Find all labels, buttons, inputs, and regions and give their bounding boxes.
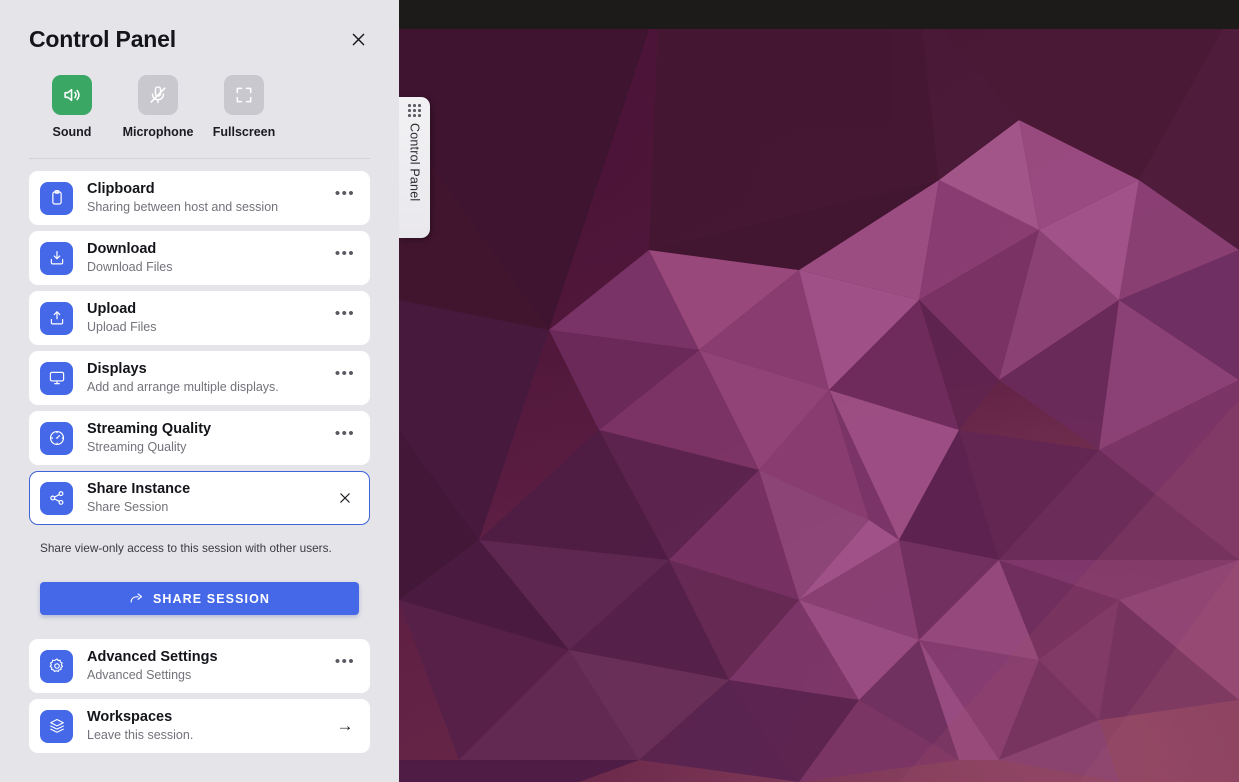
microphone-off-icon: [150, 86, 166, 104]
toggle-fullscreen[interactable]: Fullscreen: [213, 75, 275, 139]
list-item-subtitle: Leave this session.: [87, 727, 194, 742]
more-options-icon: •••: [334, 424, 356, 442]
list-item-subtitle: Download Files: [87, 259, 173, 274]
sound-toggle-button[interactable]: [52, 75, 92, 115]
toggle-sound[interactable]: Sound: [48, 75, 96, 139]
list-item-subtitle: Share Session: [87, 499, 169, 514]
gauge-icon-box: [40, 421, 73, 455]
screen: Control Panel Control Panel Sound Microp…: [0, 0, 1239, 782]
quick-toggles: Sound Microphone Fullscreen: [0, 53, 399, 139]
list-item-text: Streaming Quality Streaming Quality: [87, 421, 334, 456]
fullscreen-icon: [236, 87, 252, 103]
toggle-microphone-label: Microphone: [122, 125, 194, 139]
list-item-subtitle: Advanced Settings: [87, 667, 192, 682]
list-item-title: Download: [87, 240, 157, 257]
close-share-instance-button[interactable]: [334, 487, 356, 509]
list-item-title: Streaming Quality: [87, 420, 212, 437]
download-icon-box: [40, 241, 73, 275]
control-panel-header: Control Panel: [0, 0, 399, 53]
list-item-text: Share Instance Share Session: [87, 481, 334, 516]
download-icon: [50, 251, 63, 265]
list-item-subtitle: Upload Files: [87, 319, 157, 334]
list-item-text: Download Download Files: [87, 241, 334, 276]
control-panel-list: Clipboard Sharing between host and sessi…: [0, 159, 399, 525]
list-item-title: Upload: [87, 300, 137, 317]
close-icon: [340, 493, 350, 503]
toggle-microphone[interactable]: Microphone: [123, 75, 193, 139]
list-item-subtitle: Sharing between host and session: [87, 199, 279, 214]
list-item-workspaces[interactable]: Workspaces Leave this session. →: [29, 699, 370, 753]
handle-tab-label: Control Panel: [407, 123, 422, 202]
list-item-upload[interactable]: Upload Upload Files •••: [29, 291, 370, 345]
microphone-toggle-button[interactable]: [138, 75, 178, 115]
list-item-title: Share Instance: [87, 480, 191, 497]
gauge-icon: [49, 430, 64, 446]
close-panel-button[interactable]: [345, 27, 371, 53]
control-panel-handle-tab[interactable]: Control Panel: [399, 97, 430, 238]
more-options-icon: •••: [334, 244, 356, 262]
list-item-title: Advanced Settings: [87, 648, 218, 665]
fullscreen-toggle-button[interactable]: [224, 75, 264, 115]
list-item-subtitle: Streaming Quality: [87, 439, 187, 454]
toggle-fullscreen-label: Fullscreen: [212, 125, 276, 139]
list-item-text: Displays Add and arrange multiple displa…: [87, 361, 334, 396]
more-options-button[interactable]: •••: [334, 652, 356, 677]
more-options-button[interactable]: •••: [334, 244, 356, 269]
list-item-share-instance[interactable]: Share Instance Share Session: [29, 471, 370, 525]
more-options-icon: •••: [334, 652, 356, 670]
more-options-icon: •••: [334, 304, 356, 322]
layers-icon-box: [40, 709, 73, 743]
close-icon: [352, 33, 364, 46]
list-item-text: Advanced Settings Advanced Settings: [87, 649, 334, 684]
layers-icon: [49, 718, 64, 733]
list-item-advanced-settings[interactable]: Advanced Settings Advanced Settings •••: [29, 639, 370, 693]
share-nodes-icon: [49, 491, 63, 505]
list-item-clipboard[interactable]: Clipboard Sharing between host and sessi…: [29, 171, 370, 225]
arrow-right-icon: →: [336, 716, 354, 735]
share-nodes-icon-box: [40, 481, 73, 515]
list-item-streaming-quality[interactable]: Streaming Quality Streaming Quality •••: [29, 411, 370, 465]
more-options-button[interactable]: •••: [334, 364, 356, 389]
share-button-wrap: SHARE SESSION: [0, 555, 399, 615]
more-options-icon: •••: [334, 184, 356, 202]
share-description: Share view-only access to this session w…: [40, 541, 332, 555]
list-item-text: Upload Upload Files: [87, 301, 334, 336]
upload-icon: [50, 311, 63, 325]
list-item-text: Clipboard Sharing between host and sessi…: [87, 181, 334, 216]
list-item-subtitle: Add and arrange multiple displays.: [87, 379, 279, 394]
wallpaper-low-poly: [399, 0, 1239, 782]
toggle-sound-label: Sound: [52, 125, 92, 139]
gear-icon: [49, 658, 63, 673]
list-item-displays[interactable]: Displays Add and arrange multiple displa…: [29, 351, 370, 405]
more-options-button[interactable]: •••: [334, 184, 356, 209]
share-session-label: SHARE SESSION: [152, 591, 271, 606]
control-panel-bottom-list: Advanced Settings Advanced Settings •••: [0, 615, 399, 753]
more-options-icon: •••: [334, 364, 356, 382]
list-item-text: Workspaces Leave this session.: [87, 709, 334, 744]
desktop-top-bar[interactable]: [399, 0, 1239, 29]
clipboard-icon: [51, 190, 62, 205]
monitor-icon: [49, 371, 64, 385]
grid-dots-icon: [408, 104, 421, 117]
list-item-title: Displays: [87, 360, 147, 377]
list-item-title: Workspaces: [87, 708, 173, 725]
more-options-button[interactable]: •••: [334, 304, 356, 329]
page-title: Control Panel: [29, 26, 176, 52]
list-item-download[interactable]: Download Download Files •••: [29, 231, 370, 285]
upload-icon-box: [40, 301, 73, 335]
control-panel: Control Panel Sound Microphone Fullscree…: [0, 0, 399, 782]
monitor-icon-box: [40, 361, 73, 395]
share-arrow-icon: [130, 593, 142, 603]
speaker-on-icon: [64, 88, 80, 102]
list-item-title: Clipboard: [87, 180, 155, 197]
leave-session-button[interactable]: →: [334, 715, 356, 737]
share-session-button[interactable]: SHARE SESSION: [40, 582, 359, 615]
more-options-button[interactable]: •••: [334, 424, 356, 449]
clipboard-icon-box: [40, 181, 73, 215]
remote-desktop[interactable]: [399, 0, 1239, 782]
gear-icon-box: [40, 649, 73, 683]
